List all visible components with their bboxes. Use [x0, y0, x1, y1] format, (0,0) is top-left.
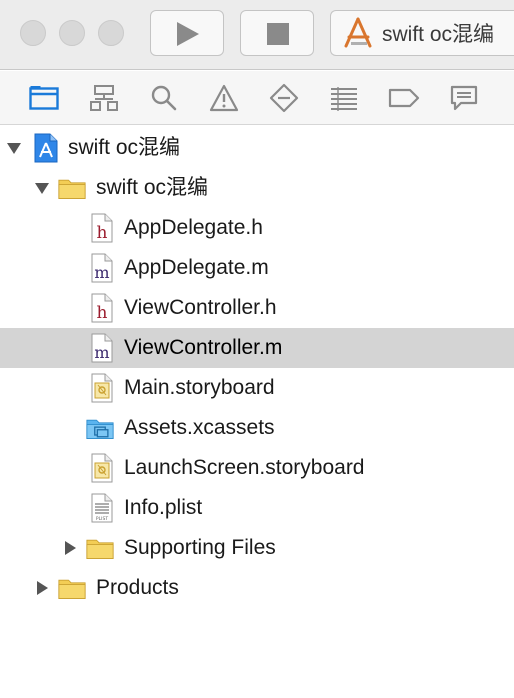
disclosure-expanded-icon[interactable]	[34, 180, 50, 196]
tree-row-file[interactable]: LaunchScreen.storyboard	[0, 448, 514, 488]
folder-icon	[86, 533, 114, 563]
navigator-selector-bar	[0, 71, 514, 125]
folder-icon	[58, 173, 86, 203]
tree-row-project[interactable]: swift oc混编	[0, 128, 514, 168]
header-file-icon: h	[88, 213, 116, 243]
project-navigator-tree: swift oc混编 swift oc混编 h AppDelegate.h m …	[0, 126, 514, 698]
project-name: swift oc混编	[68, 136, 181, 159]
project-navigator-icon[interactable]	[28, 83, 60, 113]
disclosure-collapsed-icon[interactable]	[62, 540, 78, 556]
group-name: Supporting Files	[124, 536, 276, 559]
scheme-name: swift oc混编	[382, 23, 495, 46]
xcode-project-icon	[32, 133, 60, 163]
tree-row-file[interactable]: Assets.xcassets	[0, 408, 514, 448]
stop-icon	[267, 23, 289, 45]
app-target-icon	[341, 16, 375, 50]
plist-badge: PLIST	[96, 516, 108, 522]
svg-text:h: h	[97, 223, 108, 243]
tree-row-file-selected[interactable]: m ViewController.m	[0, 328, 514, 368]
disclosure-expanded-icon[interactable]	[6, 140, 22, 156]
tree-row-file[interactable]: Main.storyboard	[0, 368, 514, 408]
file-name: AppDelegate.m	[124, 256, 269, 279]
header-file-icon: h	[88, 293, 116, 323]
tree-row-file[interactable]: h ViewController.h	[0, 288, 514, 328]
test-navigator-icon[interactable]	[268, 83, 300, 113]
disclosure-collapsed-icon[interactable]	[34, 580, 50, 596]
file-name: Assets.xcassets	[124, 416, 275, 439]
file-name: AppDelegate.h	[124, 216, 263, 239]
run-button[interactable]	[150, 10, 224, 56]
svg-text:m: m	[94, 343, 109, 362]
minimize-window-button[interactable]	[59, 20, 85, 46]
folder-icon	[58, 573, 86, 603]
tree-row-group[interactable]: swift oc混编	[0, 168, 514, 208]
plist-file-icon: PLIST	[88, 493, 116, 523]
zoom-window-button[interactable]	[98, 20, 124, 46]
issue-navigator-icon[interactable]	[208, 83, 240, 113]
tree-row-group[interactable]: Products	[0, 568, 514, 608]
file-name: LaunchScreen.storyboard	[124, 456, 365, 479]
file-name: ViewController.h	[124, 296, 277, 319]
svg-text:m: m	[94, 263, 109, 282]
implementation-file-icon: m	[88, 253, 116, 283]
implementation-file-icon: m	[88, 333, 116, 363]
group-name: Products	[96, 576, 179, 599]
storyboard-file-icon	[88, 373, 116, 403]
find-navigator-icon[interactable]	[148, 83, 180, 113]
tree-row-group[interactable]: Supporting Files	[0, 528, 514, 568]
group-name: swift oc混编	[96, 176, 209, 199]
tree-row-file[interactable]: PLIST Info.plist	[0, 488, 514, 528]
file-name: Info.plist	[124, 496, 203, 519]
play-icon	[177, 22, 199, 46]
tree-row-file[interactable]: m AppDelegate.m	[0, 248, 514, 288]
breakpoint-navigator-icon[interactable]	[388, 83, 420, 113]
window-toolbar: swift oc混编	[0, 0, 514, 70]
debug-navigator-icon[interactable]	[328, 83, 360, 113]
file-name: Main.storyboard	[124, 376, 275, 399]
tree-row-file[interactable]: h AppDelegate.h	[0, 208, 514, 248]
close-window-button[interactable]	[20, 20, 46, 46]
svg-text:h: h	[97, 303, 108, 323]
file-name: ViewController.m	[124, 336, 283, 359]
report-navigator-icon[interactable]	[448, 83, 480, 113]
asset-catalog-icon	[86, 413, 114, 443]
storyboard-file-icon	[88, 453, 116, 483]
scheme-selector[interactable]: swift oc混编	[330, 10, 514, 56]
symbol-navigator-icon[interactable]	[88, 83, 120, 113]
stop-button[interactable]	[240, 10, 314, 56]
